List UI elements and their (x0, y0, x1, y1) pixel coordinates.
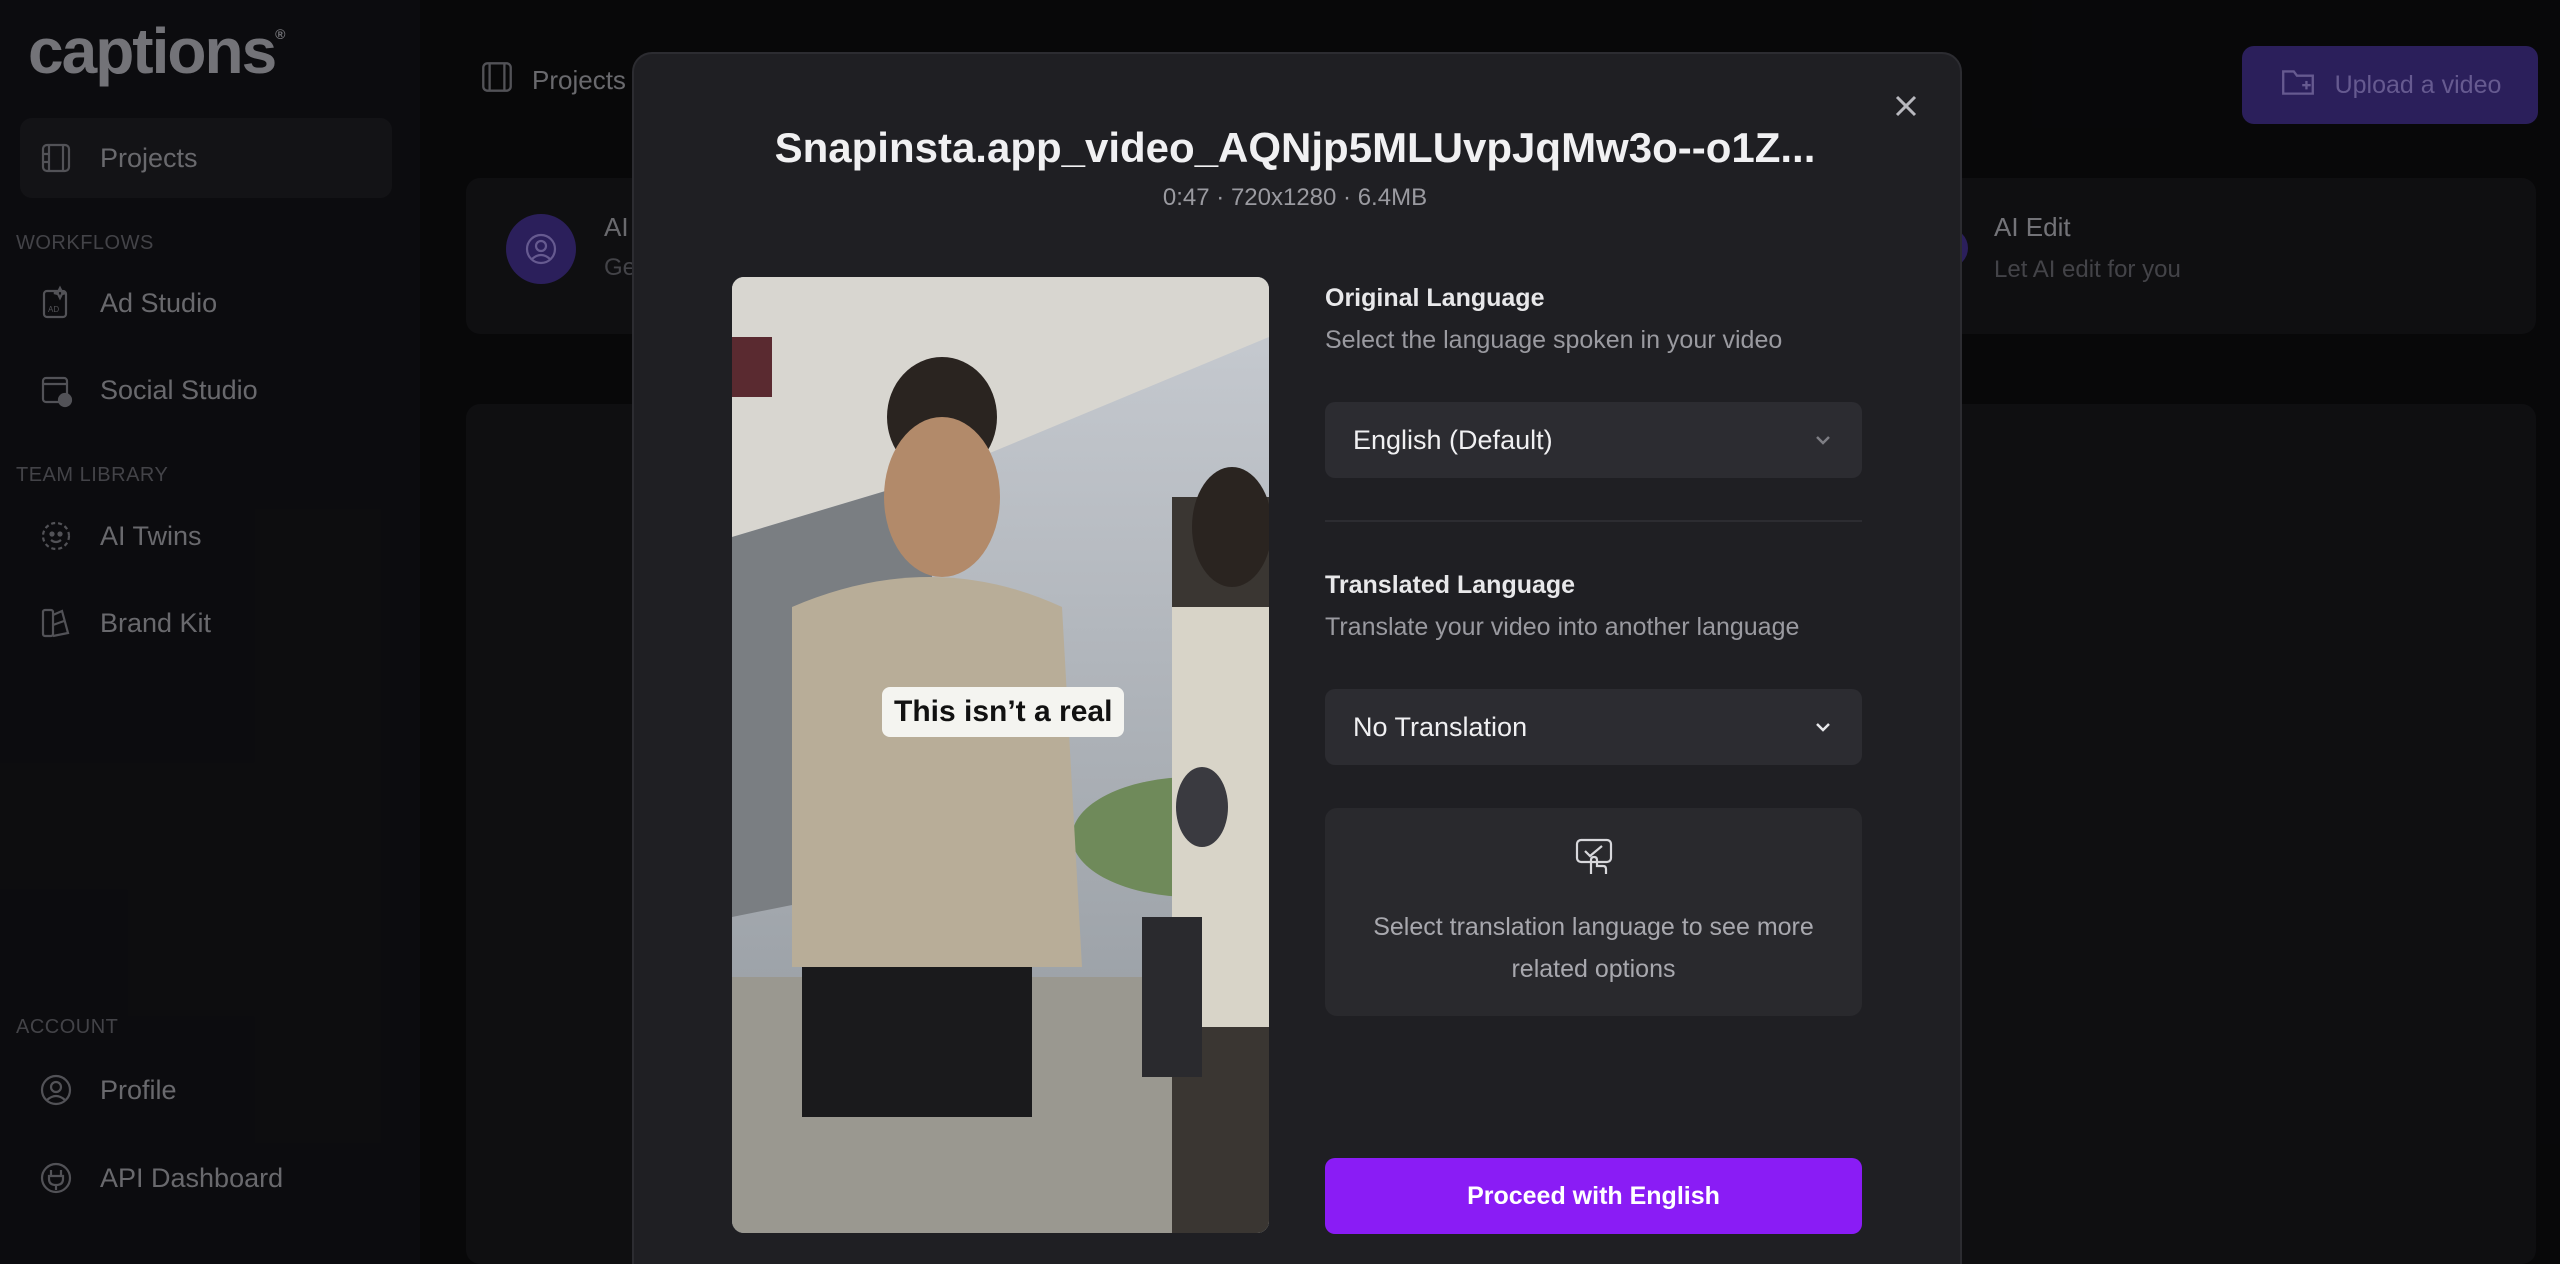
modal-title: Snapinsta.app_video_AQNjp5MLUvpJqMw3o--o… (774, 124, 1816, 171)
proceed-button[interactable]: Proceed with English (1325, 1158, 1862, 1234)
original-language-title: Original Language (1325, 284, 1545, 312)
translation-options-placeholder: Select translation language to see more … (1325, 808, 1862, 1016)
translated-language-value: No Translation (1353, 711, 1528, 742)
chevron-down-icon (1816, 723, 1830, 732)
video-frame (732, 277, 1269, 1233)
original-language-value: English (Default) (1353, 424, 1553, 455)
close-icon (1895, 95, 1917, 117)
translated-language-subtitle: Translate your video into another langua… (1325, 613, 1800, 641)
app-root: captions® Projects WORKFLOWS AD Ad Studi… (0, 0, 2560, 1264)
translation-hint-text: Select translation language to see more … (1373, 913, 1814, 983)
video-preview[interactable]: This isn’t a real (732, 277, 1269, 1233)
translated-language-title: Translated Language (1325, 571, 1576, 599)
divider (1325, 520, 1862, 522)
video-meta: 0:47 · 720x1280 · 6.4MB (1162, 184, 1428, 211)
translate-touch-icon (1573, 836, 1615, 878)
chevron-down-icon (1816, 436, 1830, 445)
original-language-subtitle: Select the language spoken in your video (1325, 326, 1783, 354)
close-button[interactable] (1888, 88, 1924, 124)
translated-language-select[interactable]: No Translation (1325, 689, 1862, 765)
video-caption: This isn’t a real (882, 687, 1125, 737)
original-language-select[interactable]: English (Default) (1325, 402, 1862, 478)
